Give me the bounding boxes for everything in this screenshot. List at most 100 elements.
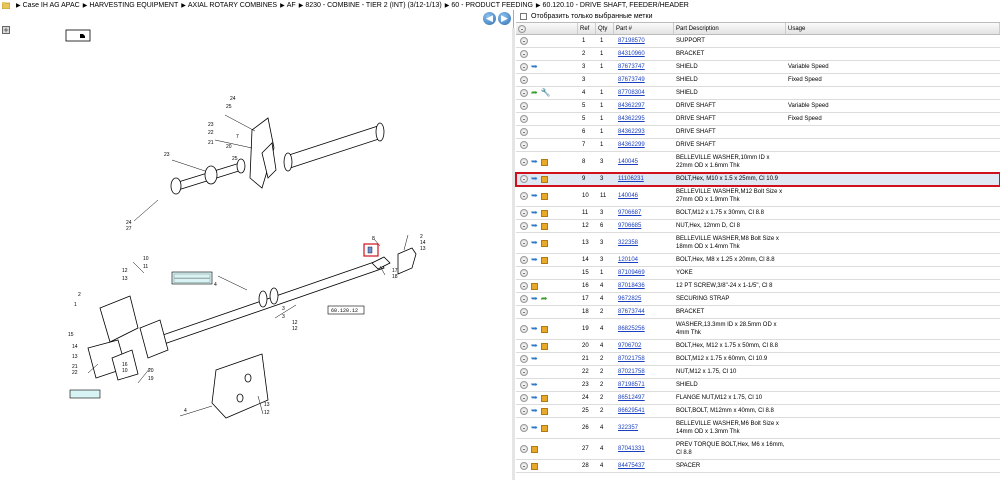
link-arrow-icon[interactable]: ➥: [531, 381, 538, 389]
table-row[interactable]: ➥ 21 2 87021758 BOLT,M12 x 1.75 x 60mm, Cl 1…: [516, 353, 1000, 366]
table-row[interactable]: 5 1 84362295 DRIVE SHAFT Fixed Speed: [516, 113, 1000, 126]
link-arrow-icon[interactable]: ➥: [531, 256, 538, 264]
breadcrumb-label[interactable]: 60 - PRODUCT FEEDING: [451, 2, 533, 9]
select-icon[interactable]: [520, 89, 528, 97]
select-icon[interactable]: [520, 342, 528, 350]
select-icon[interactable]: [520, 141, 528, 149]
select-icon[interactable]: [520, 308, 528, 316]
package-icon[interactable]: [531, 282, 538, 290]
callout-box-bottom-left[interactable]: [69, 389, 101, 399]
select-icon[interactable]: [520, 445, 528, 453]
breadcrumb-item[interactable]: ▶ HARVESTING EQUIPMENT: [80, 2, 179, 9]
package-icon[interactable]: [540, 222, 548, 230]
select-icon[interactable]: [520, 239, 528, 247]
table-row[interactable]: ➥ 24 2 86512497 FLANGE NUT,M12 x 1.75, Cl 10: [516, 392, 1000, 405]
package-icon[interactable]: [540, 192, 548, 200]
part-number-link[interactable]: 11106231: [614, 176, 674, 182]
part-number-link[interactable]: 86512497: [614, 395, 674, 401]
package-icon[interactable]: [540, 256, 548, 264]
breadcrumb-label[interactable]: AF: [287, 2, 296, 9]
select-icon[interactable]: [520, 355, 528, 363]
table-row[interactable]: ➥ ➦ 17 4 9672825 SECURING STRAP: [516, 293, 1000, 306]
select-icon[interactable]: [520, 282, 528, 290]
part-number-link[interactable]: 84475437: [614, 463, 674, 469]
table-row[interactable]: 18 2 87673744 BRACKET: [516, 306, 1000, 319]
link-arrow-icon[interactable]: ➥: [531, 222, 538, 230]
breadcrumb-label[interactable]: 8230 - COMBINE - TIER 2 (INT) (3/12-1/13…: [305, 2, 441, 9]
link-arrow-icon[interactable]: ➥: [531, 192, 538, 200]
table-row[interactable]: 28 4 84475437 SPACER: [516, 460, 1000, 473]
link-arrow-icon[interactable]: ➥: [531, 175, 538, 183]
breadcrumb-item[interactable]: ▶ 8230 - COMBINE - TIER 2 (INT) (3/12-1/1…: [296, 2, 442, 9]
table-row[interactable]: ➥ 20 4 9706702 BOLT,Hex, M12 x 1.75 x 50mm, …: [516, 340, 1000, 353]
part-number-link[interactable]: 84362299: [614, 142, 674, 148]
part-number-link[interactable]: 87041331: [614, 446, 674, 452]
part-number-link[interactable]: 87021758: [614, 369, 674, 375]
select-icon[interactable]: [520, 269, 528, 277]
part-number-link[interactable]: 86825256: [614, 326, 674, 332]
select-icon[interactable]: [520, 50, 528, 58]
package-icon[interactable]: [540, 407, 548, 415]
part-number-link[interactable]: 87198570: [614, 38, 674, 44]
folder-icon[interactable]: [2, 1, 10, 9]
table-row[interactable]: ➥ 25 2 86629541 BOLT,BOLT, M12mm x 40mm, Cl …: [516, 405, 1000, 418]
table-row[interactable]: 5 1 84362297 DRIVE SHAFT Variable Speed: [516, 100, 1000, 113]
link-arrow-icon[interactable]: ➥: [531, 424, 538, 432]
callout-box-mid[interactable]: [171, 271, 213, 285]
green-arrow-icon[interactable]: ➦: [541, 295, 548, 303]
table-row[interactable]: 3 87673749 SHIELD Fixed Speed: [516, 74, 1000, 87]
table-row[interactable]: 1 1 87198570 SUPPORT: [516, 35, 1000, 48]
select-icon[interactable]: [520, 115, 528, 123]
select-icon[interactable]: [520, 63, 528, 71]
part-number-link[interactable]: 9706702: [614, 343, 674, 349]
link-arrow-icon[interactable]: ➥: [531, 209, 538, 217]
header-qty[interactable]: Qty: [596, 23, 614, 34]
part-number-link[interactable]: 86629541: [614, 408, 674, 414]
part-number-link[interactable]: 87673749: [614, 77, 674, 83]
breadcrumb-item[interactable]: ▶ AXIAL ROTARY COMBINES: [178, 2, 277, 9]
table-row[interactable]: ➦ 🔧 4 1 87708304 SHIELD: [516, 87, 1000, 100]
package-icon[interactable]: [540, 209, 548, 217]
part-number-link[interactable]: 9706687: [614, 210, 674, 216]
table-row[interactable]: 15 1 87109469 YOKE: [516, 267, 1000, 280]
package-icon[interactable]: [540, 394, 548, 402]
select-icon[interactable]: [520, 192, 528, 200]
link-arrow-icon[interactable]: ➥: [531, 239, 538, 247]
header-usage[interactable]: Usage: [786, 23, 1000, 34]
link-arrow-icon[interactable]: ➥: [531, 342, 538, 350]
table-row[interactable]: 27 4 87041331 PREV TORQUE BOLT,Hex, M6 x 16…: [516, 439, 1000, 460]
table-row-selected[interactable]: ➥ 9 3 11106231 BOLT,Hex, M10 x 1.5 x 25mm, C…: [515, 172, 1000, 187]
select-icon[interactable]: [520, 381, 528, 389]
part-number-link[interactable]: 140045: [614, 159, 674, 165]
table-row[interactable]: 6 1 84362293 DRIVE SHAFT: [516, 126, 1000, 139]
part-number-link[interactable]: 84310960: [614, 51, 674, 57]
table-row[interactable]: ➥ 26 4 322357 BELLEVILLE WASHER,M6 Bolt Size…: [516, 418, 1000, 439]
select-all-icon[interactable]: [518, 24, 526, 33]
package-icon[interactable]: [540, 342, 548, 350]
select-icon[interactable]: [520, 462, 528, 470]
select-icon[interactable]: [520, 175, 528, 183]
part-number-link[interactable]: 322358: [614, 240, 674, 246]
link-arrow-icon[interactable]: ➥: [531, 355, 538, 363]
forward-button[interactable]: ▶: [498, 12, 511, 25]
part-number-link[interactable]: 87109469: [614, 270, 674, 276]
package-icon[interactable]: [540, 424, 548, 432]
select-icon[interactable]: [520, 325, 528, 333]
table-row[interactable]: 22 2 87021758 NUT,M12 x 1.75, Cl 10: [516, 366, 1000, 379]
header-part[interactable]: Part #: [614, 23, 674, 34]
table-row[interactable]: 16 4 87018436 12 PT SCREW,3/8"-24 x 1-1/5",…: [516, 280, 1000, 293]
table-row[interactable]: ➥ 3 1 87673747 SHIELD Variable Speed: [516, 61, 1000, 74]
select-icon[interactable]: [520, 407, 528, 415]
breadcrumb-item[interactable]: ▶ 60 - PRODUCT FEEDING: [442, 2, 533, 9]
link-arrow-icon[interactable]: ➥: [531, 407, 538, 415]
package-icon[interactable]: [540, 158, 548, 166]
table-row[interactable]: ➥ 23 2 87198571 SHIELD: [516, 379, 1000, 392]
select-icon[interactable]: [520, 394, 528, 402]
header-desc[interactable]: Part Description: [674, 23, 786, 34]
package-icon[interactable]: [540, 325, 548, 333]
link-arrow-icon[interactable]: ➥: [531, 63, 538, 71]
link-arrow-icon[interactable]: ➥: [531, 394, 538, 402]
part-number-link[interactable]: 87198571: [614, 382, 674, 388]
part-number-link[interactable]: 9672825: [614, 296, 674, 302]
table-row[interactable]: 2 1 84310960 BRACKET: [516, 48, 1000, 61]
